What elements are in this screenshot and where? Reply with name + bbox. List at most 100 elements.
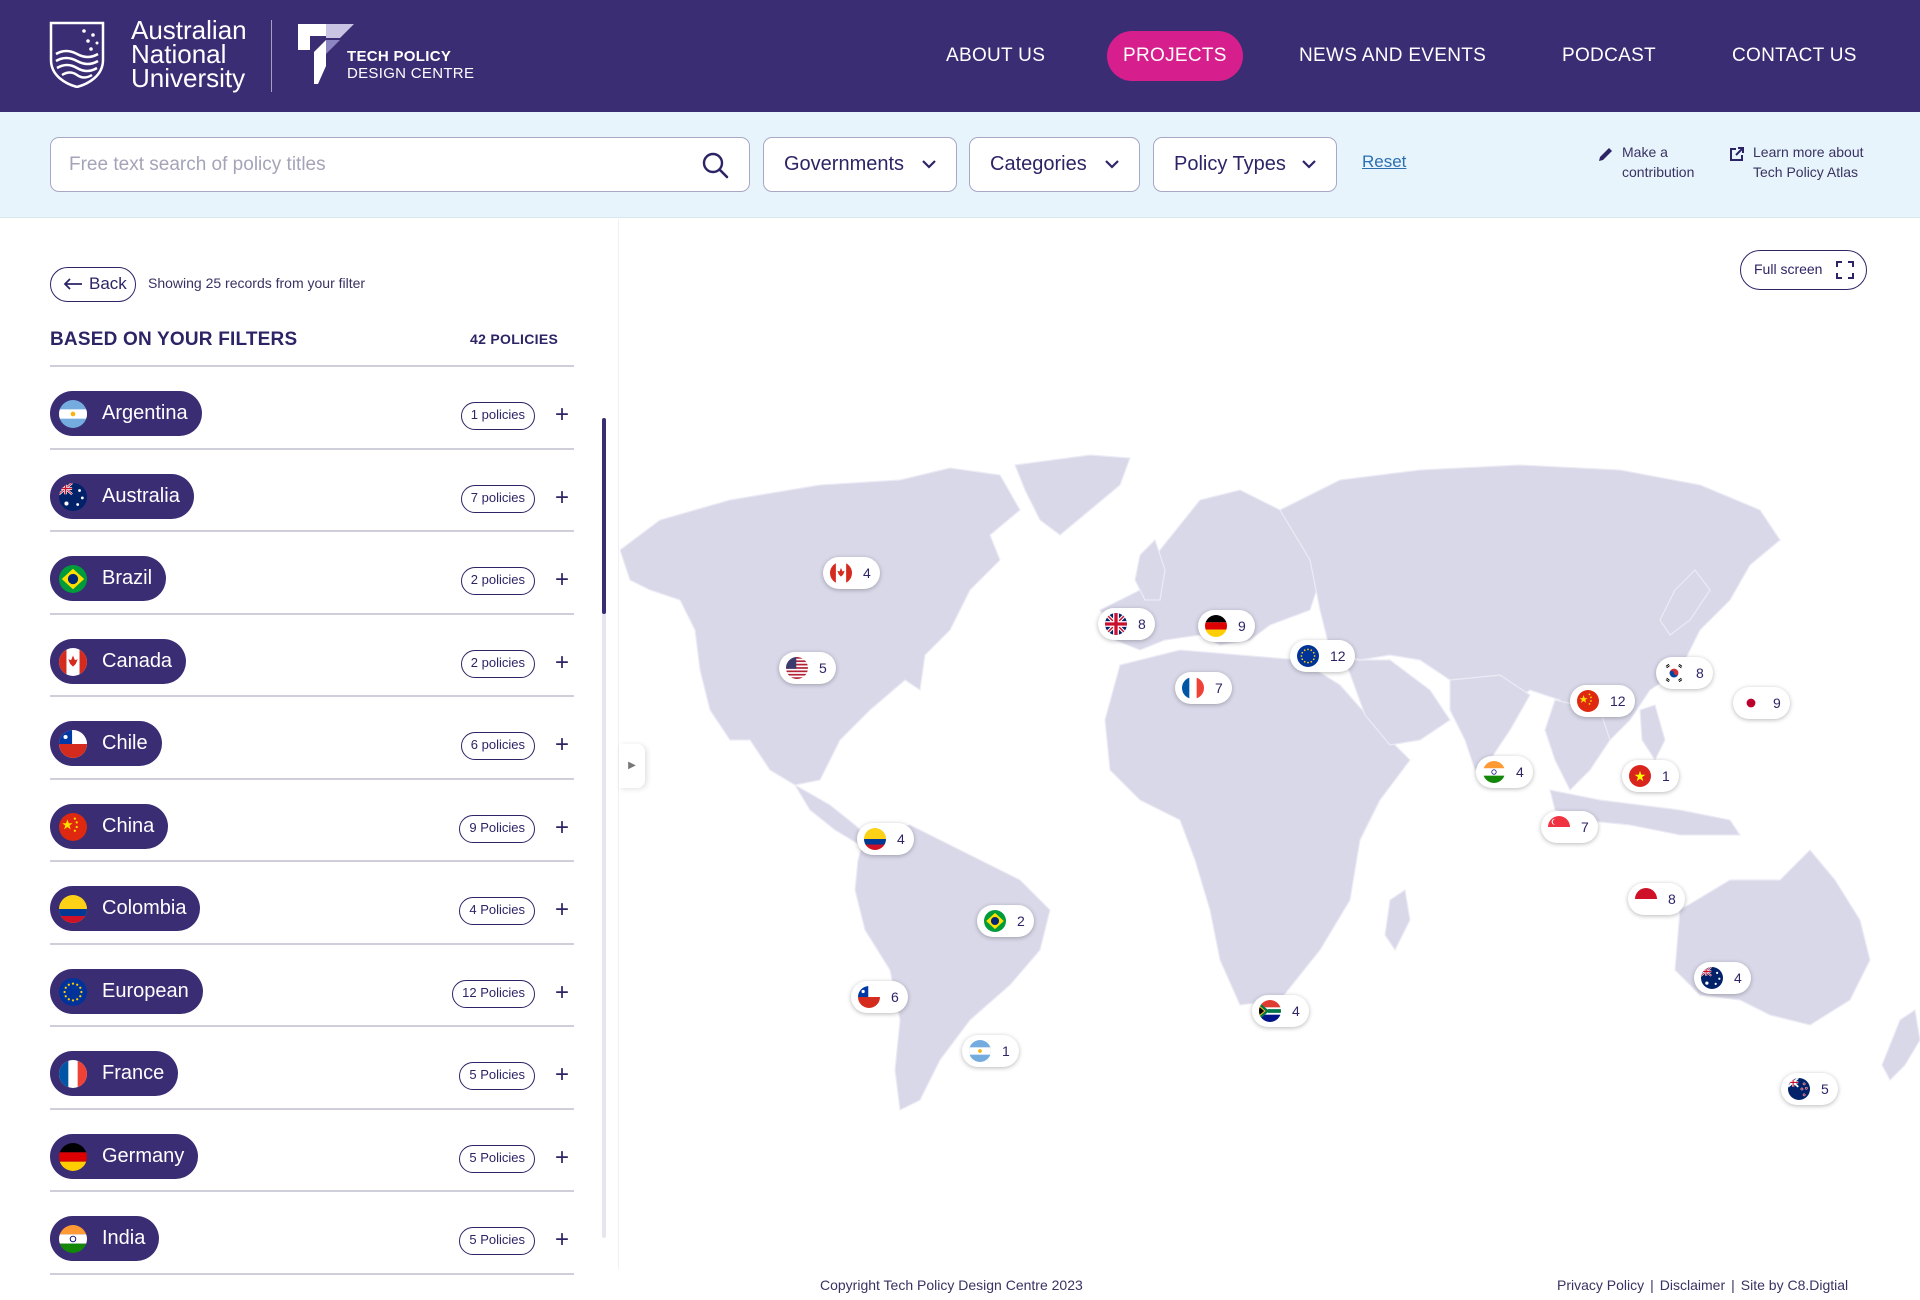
country-chip-chile[interactable]: Chile (50, 721, 162, 766)
map-marker-new-zealand[interactable]: 5 (1781, 1073, 1838, 1105)
map-marker-india[interactable]: 4 (1476, 756, 1533, 788)
expand-plus-icon[interactable]: + (555, 730, 569, 760)
country-chip-brazil[interactable]: Brazil (50, 556, 167, 601)
make-contribution-line: contribution (1622, 164, 1695, 180)
expand-plus-icon[interactable]: + (555, 1225, 569, 1255)
list-scrollbar-thumb[interactable] (602, 418, 606, 614)
country-chip-eu[interactable]: European (50, 968, 203, 1014)
map-marker-chile[interactable]: 6 (851, 981, 908, 1013)
map-marker-argentina[interactable]: 1 (962, 1035, 1019, 1067)
india-flag-icon (1483, 761, 1505, 783)
expand-plus-icon[interactable]: + (555, 565, 569, 595)
country-chip-argentina[interactable]: Argentina (50, 391, 202, 436)
indonesia-flag-icon (1635, 888, 1657, 910)
brazil-flag-icon (59, 565, 87, 593)
country-name: European (102, 979, 189, 1002)
country-row: Brazil 2 policies + (50, 532, 574, 615)
marker-count: 4 (1516, 764, 1524, 780)
asia (1279, 464, 1781, 741)
india-flag-icon (59, 1225, 87, 1253)
reset-link[interactable]: Reset (1362, 152, 1406, 172)
country-name: India (102, 1227, 146, 1249)
footer-links: Privacy Policy | Disclaimer | Site by C8.Dig… (1557, 1277, 1848, 1293)
map-marker-uk[interactable]: 8 (1098, 608, 1155, 640)
north-america (620, 467, 1021, 786)
search-input[interactable] (69, 138, 669, 191)
country-chip-germany[interactable]: Germany (50, 1133, 199, 1179)
marker-count: 4 (897, 831, 905, 847)
records-count-text: Showing 25 records from your filter (148, 275, 366, 291)
country-chip-china[interactable]: China (50, 803, 169, 849)
governments-dropdown[interactable]: Governments (763, 137, 957, 192)
expand-plus-icon[interactable]: + (555, 813, 569, 843)
nav-podcast[interactable]: PODCAST (1546, 31, 1672, 81)
nav-contact-us[interactable]: CONTACT US (1716, 31, 1873, 81)
policy-count-badge: 2 policies (460, 649, 535, 678)
map-marker-france[interactable]: 7 (1175, 672, 1232, 704)
nav-news-and-events[interactable]: NEWS AND EVENTS (1283, 31, 1502, 81)
map-marker-germany[interactable]: 9 (1198, 610, 1255, 642)
map-marker-eu[interactable]: 12 (1290, 640, 1355, 672)
canada-flag-icon (830, 562, 852, 584)
policy-count-badge: 9 Policies (459, 814, 535, 843)
nav-projects[interactable]: PROJECTS (1107, 31, 1243, 81)
map-marker-south-africa[interactable]: 4 (1252, 995, 1309, 1027)
map-marker-usa[interactable]: 5 (779, 652, 836, 684)
university-name-line: University (131, 63, 246, 93)
expand-plus-icon[interactable]: + (555, 1143, 569, 1173)
expand-plus-icon[interactable]: + (555, 648, 569, 678)
anu-crest-logo[interactable] (48, 20, 106, 88)
australia-flag-icon (59, 482, 87, 511)
map-marker-indonesia[interactable]: 8 (1628, 883, 1685, 915)
map-marker-south-korea[interactable]: 8 (1656, 657, 1713, 689)
map-marker-japan[interactable]: 9 (1733, 687, 1790, 719)
country-row: Germany 5 Policies + (50, 1110, 574, 1192)
country-chip-france[interactable]: France (50, 1051, 179, 1096)
map-marker-australia[interactable]: 4 (1694, 962, 1751, 994)
categories-dropdown[interactable]: Categories (969, 137, 1140, 192)
marker-count: 2 (1017, 913, 1025, 929)
map-marker-brazil[interactable]: 2 (977, 905, 1034, 937)
university-name[interactable]: Australian National University (131, 17, 261, 93)
marker-count: 4 (1292, 1003, 1300, 1019)
policy-count-badge: 5 Policies (459, 1062, 535, 1090)
country-chip-canada[interactable]: Canada (50, 638, 187, 684)
country-name: Germany (102, 1144, 185, 1167)
site-by-link[interactable]: Site by C8.Digtial (1741, 1277, 1848, 1293)
nav-about-us[interactable]: ABOUT US (930, 31, 1061, 81)
learn-more-link[interactable]: Learn more about Tech Policy Atlas (1727, 142, 1877, 182)
map-marker-vietnam[interactable]: 1 (1622, 760, 1679, 792)
japan-flag-icon (1740, 692, 1762, 714)
expand-plus-icon[interactable]: + (555, 400, 569, 430)
privacy-policy-link[interactable]: Privacy Policy (1557, 1277, 1644, 1293)
country-row: China 9 Policies + (50, 780, 574, 862)
map-marker-colombia[interactable]: 4 (857, 823, 914, 855)
map-marker-singapore[interactable]: 7 (1541, 811, 1598, 843)
country-row: Argentina 1 policies + (50, 367, 574, 450)
expand-plus-icon[interactable]: + (555, 895, 569, 925)
footer-separator: | (1650, 1277, 1654, 1293)
map-marker-canada[interactable]: 4 (823, 557, 880, 589)
disclaimer-link[interactable]: Disclaimer (1660, 1277, 1725, 1293)
make-contribution-link[interactable]: Make a contribution (1596, 142, 1706, 182)
vietnam-flag-icon (1629, 765, 1651, 787)
search-icon[interactable] (701, 151, 729, 179)
marker-count: 5 (1821, 1081, 1829, 1097)
colombia-flag-icon (59, 895, 87, 923)
philippines (1639, 704, 1666, 762)
france-flag-icon (1182, 677, 1204, 699)
marker-count: 8 (1696, 665, 1704, 681)
expand-plus-icon[interactable]: + (555, 483, 569, 513)
expand-plus-icon[interactable]: + (555, 1060, 569, 1090)
country-row: Chile 6 policies + (50, 697, 574, 780)
map-marker-china[interactable]: 12 (1570, 685, 1635, 717)
fullscreen-button[interactable]: Full screen (1740, 250, 1867, 290)
policy-types-dropdown[interactable]: Policy Types (1153, 137, 1337, 192)
country-chip-india[interactable]: India (50, 1216, 160, 1261)
country-chip-australia[interactable]: Australia (50, 473, 194, 519)
marker-count: 6 (891, 989, 899, 1005)
back-button[interactable]: Back (50, 267, 136, 302)
country-chip-colombia[interactable]: Colombia (50, 886, 201, 931)
country-name: Argentina (102, 402, 188, 424)
expand-plus-icon[interactable]: + (555, 978, 569, 1008)
